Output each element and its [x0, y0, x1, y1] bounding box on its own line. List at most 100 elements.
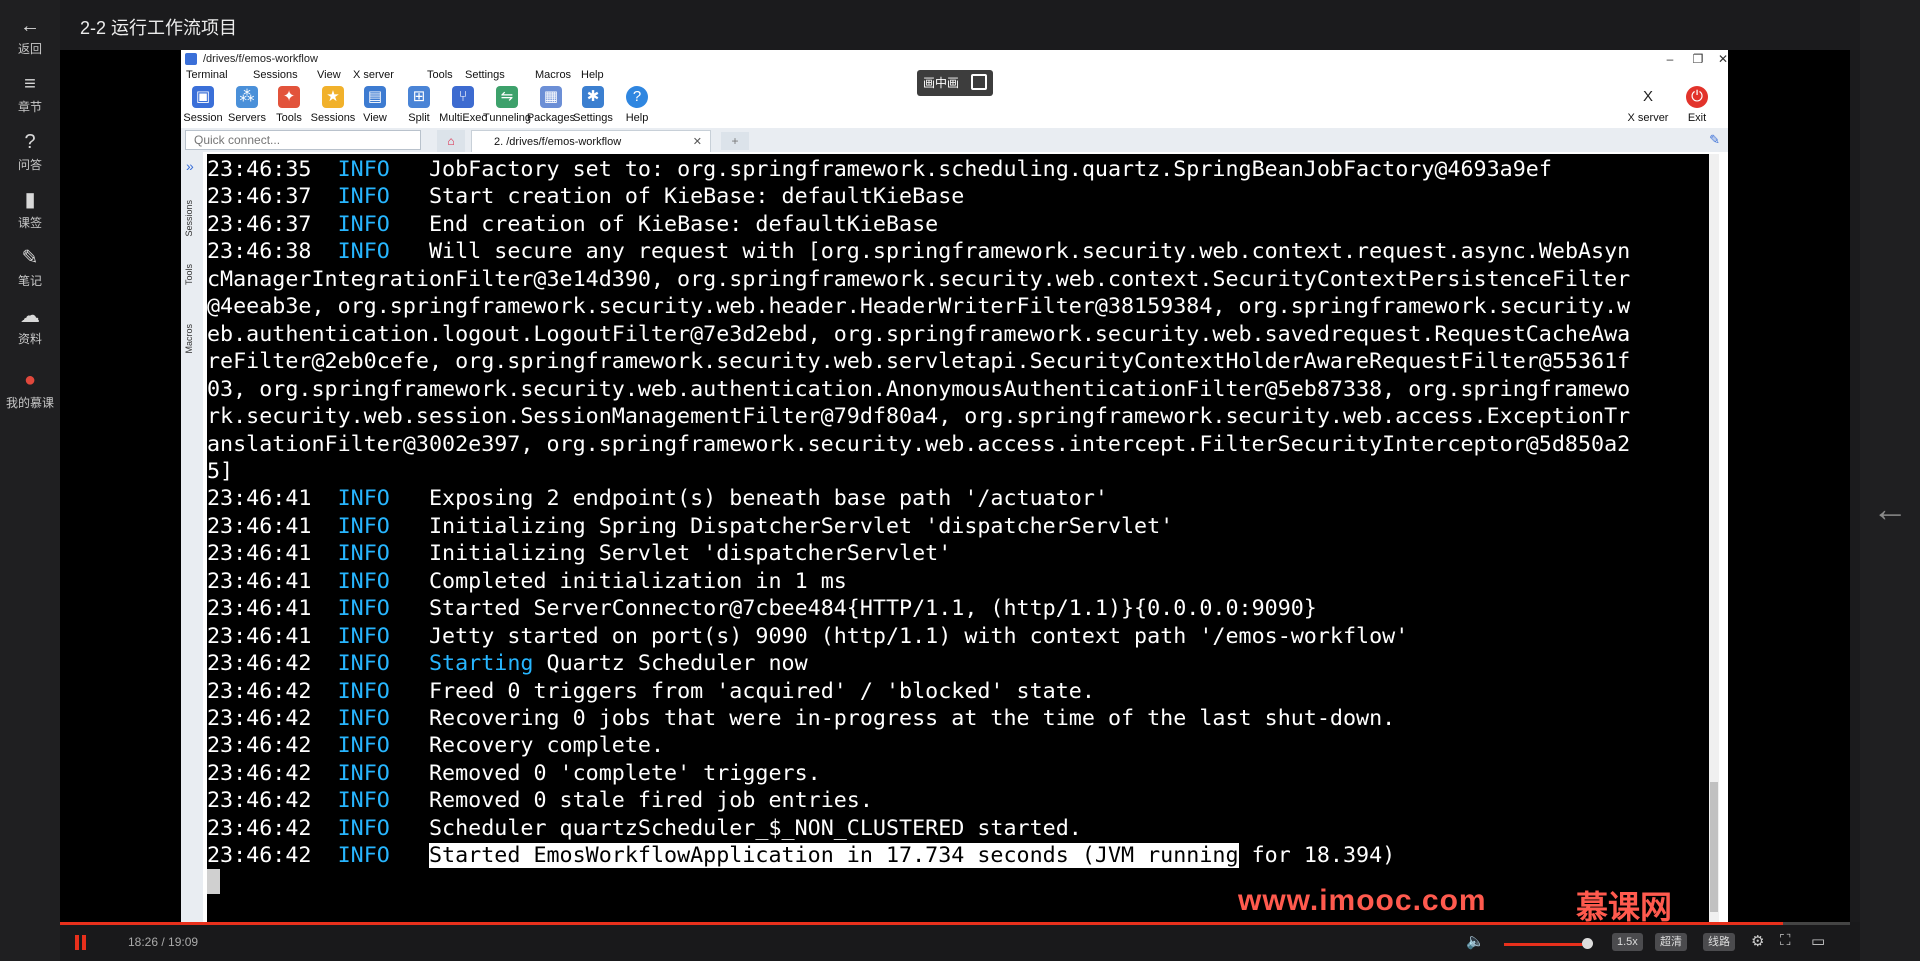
toolbar-exit-button[interactable]: ⏻ Exit [1669, 86, 1725, 124]
tab-row: ⌂ 2. /drives/f/emos-workflow ✕ + ✎ [181, 128, 1728, 152]
session-tab[interactable]: 2. /drives/f/emos-workflow ✕ [471, 130, 711, 152]
log-level: INFO [337, 678, 390, 704]
log-sep [390, 651, 429, 676]
terminal-wrapped-line: eb.authentication.logout.LogoutFilter@7e… [207, 321, 1631, 347]
left-nav: ← 返回 ≡ 章节? 问答 ▮ 课签 ✎ 笔记 ☁ 资料 ● 我的慕课 [0, 0, 60, 961]
log-message: Freed 0 triggers from 'acquired' / 'bloc… [428, 678, 1095, 704]
terminal-wrapped-line: 03, org.springframework.security.web.aut… [207, 376, 1631, 402]
terminal-log-line: 23:46:42 INFO Removed 0 'complete' trigg… [207, 760, 821, 788]
log-level: INFO [337, 541, 390, 567]
nav-label: 笔记 [17, 274, 42, 288]
log-time: 23:46:41 [207, 513, 338, 539]
menu-tools[interactable]: Tools [427, 69, 453, 81]
pause-button[interactable] [74, 935, 88, 950]
terminal-wrapped-line: cManagerIntegrationFilter@3e14d390, org.… [207, 266, 1631, 292]
volume-knob[interactable] [1582, 938, 1593, 949]
expand-panel-arrow-icon[interactable]: ← [1872, 488, 1908, 530]
log-level: INFO [337, 596, 390, 622]
terminal-log-line: 23:46:41 INFO Initializing Servlet 'disp… [207, 540, 951, 568]
speed-button[interactable]: 1.5x [1612, 933, 1643, 951]
log-sep [390, 514, 429, 539]
menu-macros[interactable]: Macros [535, 69, 571, 81]
menu-terminal[interactable]: Terminal [186, 69, 228, 81]
log-level: INFO [337, 815, 390, 841]
progress-bar[interactable] [60, 922, 1850, 925]
widescreen-icon[interactable]: ▭ [1811, 932, 1825, 950]
log-highlight: Starting [428, 651, 534, 677]
new-tab-button[interactable]: + [721, 132, 749, 150]
fullscreen-icon[interactable]: ⛶ [1780, 932, 1791, 949]
settings-gear-icon[interactable]: ⚙ [1751, 932, 1764, 950]
log-time: 23:46:42 [207, 815, 338, 841]
bookmark-icon: ▮ [24, 189, 36, 211]
pip-icon [971, 74, 987, 90]
toolbar-help-button[interactable]: ? Help [609, 86, 665, 124]
my-imooc-icon: ● [23, 369, 37, 391]
x-server-icon: X [1642, 88, 1653, 105]
log-message: Exposing 2 endpoint(s) beneath base path… [428, 486, 1108, 512]
nav-item-qa[interactable]: ? 问答 [0, 130, 60, 173]
log-message: Quartz Scheduler now [533, 651, 808, 677]
terminal-scrollbar[interactable] [1709, 154, 1719, 922]
log-sep [390, 569, 429, 594]
window-titlebar: /drives/f/emos-workflow – ❐ ✕ [181, 50, 1728, 68]
split-icon: ⊞ [408, 86, 430, 108]
log-message: Removed 0 stale fired job entries. [428, 788, 873, 814]
nav-label: 返回 [17, 42, 42, 56]
toolbar-x-server-button[interactable]: X X server [1620, 86, 1676, 124]
terminal-log-line: 23:46:42 INFO Starting Quartz Scheduler … [207, 650, 808, 678]
paperclip-icon[interactable]: ✎ [1709, 132, 1720, 148]
log-message: Start creation of KieBase: defaultKieBas… [428, 184, 965, 210]
nav-item-bookmark[interactable]: ▮ 课签 [0, 188, 60, 231]
log-sep [390, 239, 429, 264]
chapters-icon: ≡ [24, 73, 36, 95]
nav-item-resources[interactable]: ☁ 资料 [0, 304, 60, 347]
tools-side-tab[interactable]: Tools [184, 264, 194, 285]
close-window-button[interactable]: ✕ [1705, 50, 1741, 68]
sessions-side-tab[interactable]: Sessions [184, 200, 194, 237]
terminal-output[interactable]: 23:46:35 INFO JobFactory set to: org.spr… [207, 154, 1719, 922]
terminal-log-line: 23:46:35 INFO JobFactory set to: org.spr… [207, 156, 1552, 184]
picture-in-picture-button[interactable]: 画中画 [917, 70, 993, 96]
menu-help[interactable]: Help [581, 69, 604, 81]
progress-fill [60, 922, 1783, 925]
toolbar-label: Exit [1687, 112, 1707, 124]
nav-item-chapters[interactable]: ≡ 章节 [0, 72, 60, 115]
nav-item-my-imooc[interactable]: ● 我的慕课 [0, 368, 60, 411]
log-level: INFO [337, 211, 390, 237]
scrollbar-thumb[interactable] [1710, 782, 1718, 912]
log-level: INFO [337, 513, 390, 539]
menu-sessions[interactable]: Sessions [253, 69, 298, 81]
log-message: Will secure any request with [org.spring… [428, 239, 1631, 265]
qa-icon: ? [24, 131, 36, 153]
volume-slider[interactable] [1504, 943, 1588, 946]
quick-connect-input[interactable] [185, 130, 421, 150]
log-level: INFO [337, 843, 390, 869]
nav-item-back[interactable]: ← 返回 [0, 14, 60, 57]
volume-icon[interactable]: 🔈 [1466, 932, 1485, 950]
log-level: INFO [337, 157, 390, 182]
resources-icon: ☁ [20, 305, 40, 327]
nav-label: 资料 [17, 332, 42, 346]
exit-icon: ⏻ [1686, 86, 1708, 108]
menu-settings[interactable]: Settings [465, 69, 505, 81]
nav-item-notes[interactable]: ✎ 笔记 [0, 246, 60, 289]
mobaxterm-window: /drives/f/emos-workflow – ❐ ✕ Terminal Se… [181, 50, 1728, 922]
log-time: 23:46:38 [207, 239, 338, 265]
menu-x-server[interactable]: X server [353, 69, 394, 81]
route-button[interactable]: 线路 [1703, 933, 1735, 951]
log-sep [390, 761, 429, 786]
quality-button[interactable]: 超清 [1655, 933, 1687, 951]
nav-label: 问答 [17, 158, 42, 172]
terminal-log-line: 23:46:41 INFO Initializing Spring Dispat… [207, 513, 1173, 541]
macros-side-tab[interactable]: Macros [184, 324, 194, 354]
log-level: INFO [337, 486, 390, 512]
log-message: Scheduler quartzScheduler_$_NON_CLUSTERE… [428, 815, 1082, 841]
log-sep [390, 624, 429, 649]
home-tab[interactable]: ⌂ [437, 130, 465, 152]
terminal-wrapped-line: reFilter@2eb0cefe, org.springframework.s… [207, 349, 1631, 375]
course-title: 2-2 运行工作流项目 [80, 18, 238, 38]
close-tab-icon[interactable]: ✕ [693, 131, 702, 153]
expand-sidebar-icon[interactable]: » [186, 158, 194, 174]
menu-view[interactable]: View [317, 69, 341, 81]
